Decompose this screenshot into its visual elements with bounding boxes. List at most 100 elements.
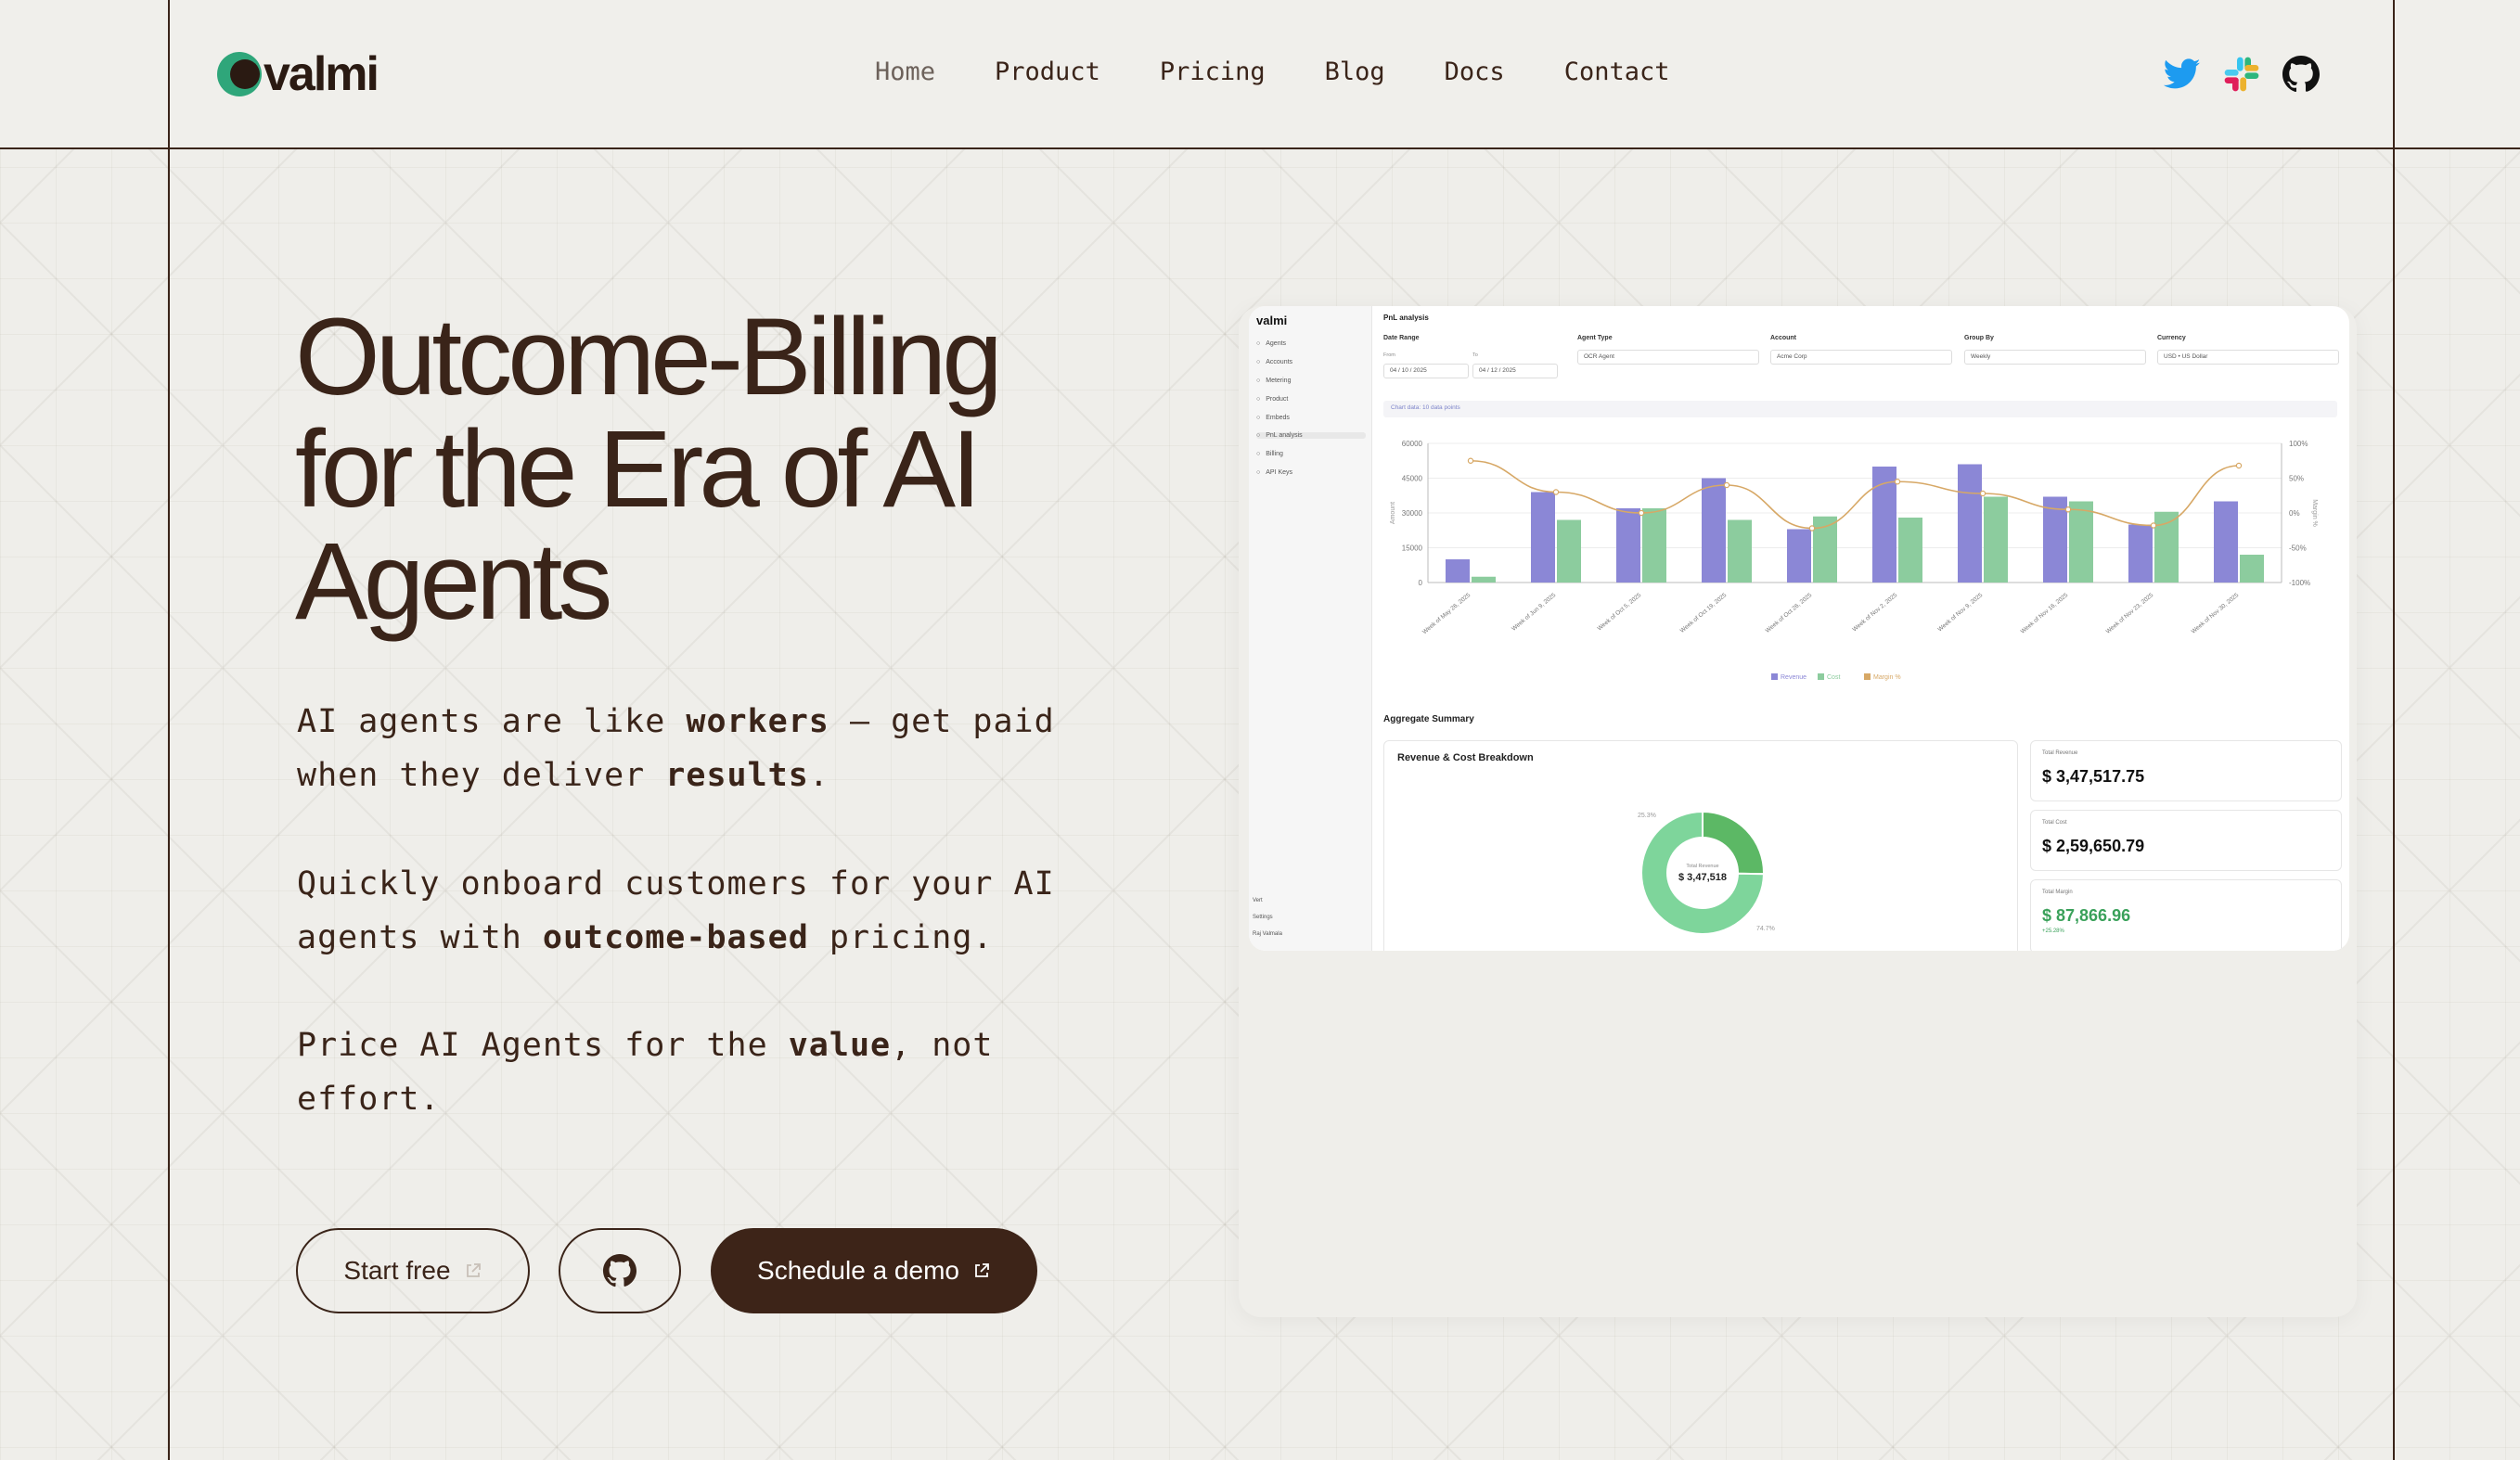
margin-point xyxy=(2150,522,2157,529)
margin-point xyxy=(1723,481,1730,489)
y2-tick-label: -50% xyxy=(2289,544,2307,553)
github-button[interactable] xyxy=(559,1228,681,1313)
donut-center-label: Total Revenue xyxy=(1686,864,1718,869)
filter-currency-select: USD • US Dollar xyxy=(2157,350,2339,365)
start-free-button[interactable]: Start free xyxy=(296,1228,530,1313)
preview-sidebar-vert: Vert xyxy=(1253,898,1263,903)
filter-account-label: Account xyxy=(1770,335,1796,341)
hero-title-line1: Outcome-Billing xyxy=(295,296,1003,418)
twitter-icon[interactable] xyxy=(2162,54,2203,95)
filter-agent-type-select: OCR Agent xyxy=(1577,350,1759,365)
preview-main: PnL analysis Date Range From To 04 / 10 … xyxy=(1372,306,2349,951)
filter-currency-label: Currency xyxy=(2157,335,2186,341)
filter-to-input: 04 / 12 / 2025 xyxy=(1472,364,1558,378)
filter-account-select: Acme Corp xyxy=(1770,350,1952,365)
accounts-icon: ○ xyxy=(1256,359,1261,365)
y-tick-label: 0 xyxy=(1419,579,1423,587)
filter-from-input: 04 / 10 / 2025 xyxy=(1383,364,1469,378)
cost-bar xyxy=(1557,519,1581,583)
slack-icon[interactable] xyxy=(2221,54,2262,95)
x-tick-label: Week of Nov 9, 2025 xyxy=(1936,592,1984,634)
nav-pricing[interactable]: Pricing xyxy=(1160,58,1266,86)
product-icon: ○ xyxy=(1256,396,1261,403)
breakdown-card: Revenue & Cost Breakdown Total Revenue $ … xyxy=(1383,740,2018,951)
github-icon[interactable] xyxy=(2281,54,2321,95)
filter-from-label: From xyxy=(1383,352,1395,358)
preview-sidebar-settings: Settings xyxy=(1253,915,1273,920)
total-margin-change: +25.28% xyxy=(2042,929,2064,934)
margin-point xyxy=(1467,457,1474,464)
hero-paragraph-3: Price AI Agents for the value, not effor… xyxy=(297,1027,994,1118)
nav-contact[interactable]: Contact xyxy=(1564,58,1670,86)
total-margin-value: $ 87,866.96 xyxy=(2042,906,2131,925)
y2-tick-label: 50% xyxy=(2289,475,2304,483)
brand-logo[interactable]: valmi xyxy=(217,46,379,102)
preview-nav-api-keys: ○ API Keys xyxy=(1256,469,1293,476)
cost-bar xyxy=(2154,511,2179,583)
x-tick-label: Week of Oct 26, 2025 xyxy=(1765,592,1814,634)
revenue-bar xyxy=(1616,508,1640,583)
logo-mark-icon xyxy=(217,52,262,96)
y-tick-label: 60000 xyxy=(1402,440,1423,448)
chart-data-chip: Chart data: 10 data points xyxy=(1383,401,2337,417)
filter-group-by-label: Group By xyxy=(1964,335,1994,341)
start-free-label: Start free xyxy=(343,1256,451,1285)
schedule-demo-button[interactable]: Schedule a demo xyxy=(711,1228,1037,1313)
legend-label: Cost xyxy=(1827,674,1840,681)
hero-title-line2: for the Era of AI xyxy=(295,408,982,531)
donut-center-value: $ 3,47,518 xyxy=(1678,872,1727,883)
y2-tick-label: 0% xyxy=(2289,509,2300,518)
x-tick-label: Week of Oct 5, 2025 xyxy=(1596,592,1642,633)
cost-bar xyxy=(2069,501,2093,583)
agents-icon: ○ xyxy=(1256,340,1261,347)
cost-bar xyxy=(2240,555,2264,583)
external-link-icon xyxy=(975,1263,989,1277)
preview-sidebar: valmi ○ Agents ○ Accounts ○ Metering ○ Produ… xyxy=(1249,306,1372,951)
main-nav: Home Product Pricing Blog Docs Contact xyxy=(875,58,1729,86)
preview-breadcrumb: PnL analysis xyxy=(1383,314,1429,322)
preview-nav-billing: ○ Billing xyxy=(1256,451,1283,457)
nav-product[interactable]: Product xyxy=(995,58,1100,86)
nav-blog[interactable]: Blog xyxy=(1325,58,1385,86)
margin-point xyxy=(1894,479,1901,485)
key-icon: ○ xyxy=(1256,469,1261,476)
revenue-bar xyxy=(1702,478,1726,583)
revenue-bar xyxy=(1787,529,1811,583)
x-tick-label: Week of Nov 23, 2025 xyxy=(2105,592,2155,635)
revenue-bar xyxy=(1446,559,1470,583)
nav-docs[interactable]: Docs xyxy=(1445,58,1505,86)
hero-paragraph-2: Quickly onboard customers for your AI ag… xyxy=(297,865,1055,956)
preview-sidebar-user: Raj Valmala xyxy=(1253,931,1282,937)
social-links xyxy=(2162,54,2321,95)
preview-nav-pnl: ○ PnL analysis xyxy=(1256,432,1366,439)
preview-logo: valmi xyxy=(1256,314,1288,327)
breakdown-title: Revenue & Cost Breakdown xyxy=(1397,752,1534,763)
y-axis-label: Amount xyxy=(1390,502,1396,524)
revenue-cost-donut: Total Revenue $ 3,47,518 25.3% 74.7% xyxy=(1638,810,1775,935)
x-tick-label: Week of Nov 2, 2025 xyxy=(1851,592,1898,634)
x-tick-label: Week of Oct 19, 2025 xyxy=(1679,592,1729,634)
margin-point xyxy=(1552,489,1560,495)
filter-date-range-label: Date Range xyxy=(1383,335,1420,341)
total-margin-label: Total Margin xyxy=(2042,890,2073,895)
nav-home[interactable]: Home xyxy=(875,58,935,86)
x-tick-label: Week of Nov 30, 2025 xyxy=(2191,592,2241,635)
preview-nav-accounts: ○ Accounts xyxy=(1256,359,1293,365)
aggregate-summary-title: Aggregate Summary xyxy=(1383,714,1474,724)
margin-point xyxy=(2064,506,2072,513)
revenue-bar xyxy=(1958,464,1982,583)
x-tick-label: Week of Nov 16, 2025 xyxy=(2020,592,2070,635)
schedule-demo-label: Schedule a demo xyxy=(757,1256,959,1285)
margin-point xyxy=(1808,525,1816,531)
hero-title-line3: Agents xyxy=(295,520,612,643)
y-tick-label: 15000 xyxy=(1402,544,1423,553)
total-cost-card: Total Cost $ 2,59,650.79 xyxy=(2030,810,2342,871)
billing-icon: ○ xyxy=(1256,451,1261,457)
revenue-bar xyxy=(1531,492,1555,583)
cost-bar xyxy=(1898,518,1922,583)
margin-line xyxy=(1470,459,2240,530)
filter-to-label: To xyxy=(1472,352,1478,358)
total-revenue-label: Total Revenue xyxy=(2042,750,2078,756)
y-tick-label: 30000 xyxy=(1402,509,1423,518)
y2-tick-label: 100% xyxy=(2289,440,2308,448)
